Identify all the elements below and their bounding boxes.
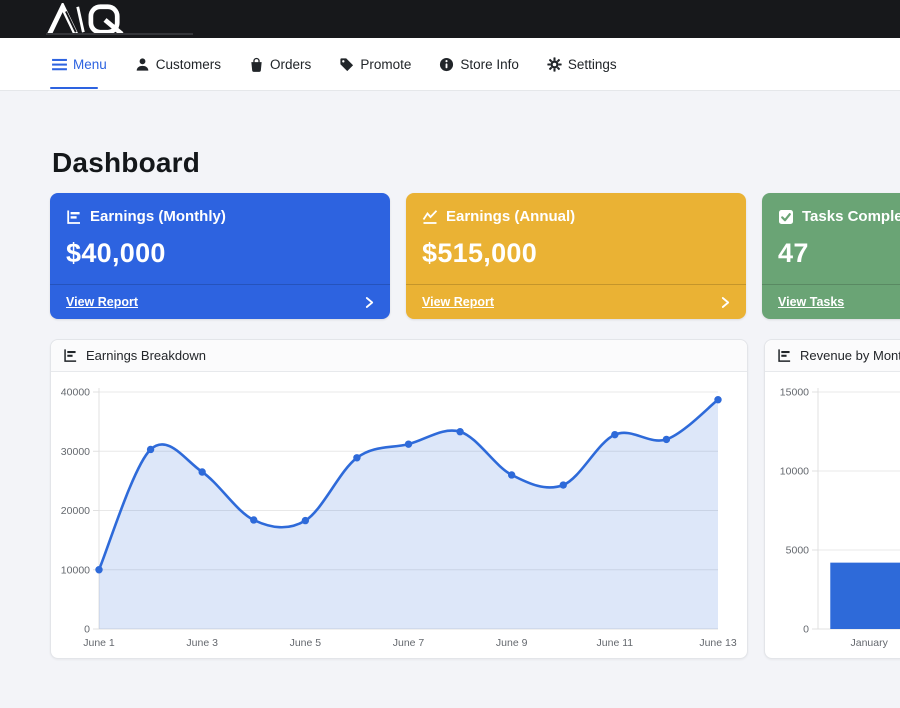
revenue-bar-chart: 0 5000 10000 15000 January <box>775 378 900 652</box>
svg-text:June 5: June 5 <box>290 637 322 649</box>
gear-icon <box>547 57 562 72</box>
page-title: Dashboard <box>52 147 900 179</box>
chart-title: Earnings Breakdown <box>86 348 206 363</box>
svg-text:June 13: June 13 <box>699 637 737 649</box>
card-value: $40,000 <box>66 238 374 269</box>
svg-text:15000: 15000 <box>780 387 809 399</box>
nav-bar: Menu Customers Orders Promote Store Info <box>0 38 900 91</box>
bar-chart-icon <box>66 209 82 225</box>
earnings-breakdown-card: Earnings Breakdown 0 10000 20000 30000 40000… <box>50 339 748 659</box>
nav-item-label: Promote <box>360 57 411 72</box>
bar-chart-icon <box>777 348 792 363</box>
bar-chart-icon <box>63 348 78 363</box>
card-title: Earnings (Annual) <box>446 208 575 225</box>
chart-body: 0 5000 10000 15000 January <box>765 372 900 652</box>
earnings-area-chart: 0 10000 20000 30000 40000 June 1 June 3 June 5 J… <box>61 378 737 652</box>
chart-title: Revenue by Month <box>800 348 900 363</box>
revenue-by-month-card: Revenue by Month 0 5000 10000 15000 January <box>764 339 900 659</box>
card-top: Earnings (Annual) $515,000 <box>406 193 746 269</box>
nav-item-label: Store Info <box>460 57 519 72</box>
card-earnings-annual: Earnings (Annual) $515,000 View Report <box>406 193 746 319</box>
nav-item-label: Menu <box>73 57 107 72</box>
card-top: Earnings (Monthly) $40,000 <box>50 193 390 269</box>
nav-item-menu[interactable]: Menu <box>52 38 107 90</box>
view-report-link[interactable]: View Report <box>50 284 390 319</box>
svg-text:0: 0 <box>84 624 90 636</box>
chevron-right-icon <box>365 296 374 309</box>
nav-item-store-info[interactable]: Store Info <box>439 38 519 90</box>
line-chart-icon <box>422 209 438 225</box>
nav-item-promote[interactable]: Promote <box>339 38 411 90</box>
nav-item-label: Customers <box>156 57 221 72</box>
active-tab-underline <box>50 87 98 89</box>
nav-item-label: Orders <box>270 57 311 72</box>
card-earnings-monthly: Earnings (Monthly) $40,000 View Report <box>50 193 390 319</box>
chart-card-header: Revenue by Month <box>765 340 900 372</box>
card-value: 47 <box>778 238 900 269</box>
nav-item-customers[interactable]: Customers <box>135 38 221 90</box>
view-tasks-link[interactable]: View Tasks <box>762 284 900 319</box>
svg-text:20000: 20000 <box>61 505 90 517</box>
hamburger-icon <box>52 58 67 71</box>
top-bar <box>0 0 900 38</box>
svg-text:5000: 5000 <box>786 545 810 557</box>
svg-text:40000: 40000 <box>61 387 90 399</box>
chart-body: 0 10000 20000 30000 40000 June 1 June 3 June 5 J… <box>51 372 747 652</box>
card-tasks-completed: Tasks Completed 47 View Tasks <box>762 193 900 319</box>
svg-text:June 1: June 1 <box>83 637 115 649</box>
check-square-icon <box>778 209 794 225</box>
card-title: Tasks Completed <box>802 208 900 225</box>
chevron-right-icon <box>721 296 730 309</box>
tag-icon <box>339 57 354 72</box>
svg-text:10000: 10000 <box>780 466 809 478</box>
svg-text:June 7: June 7 <box>393 637 425 649</box>
card-title: Earnings (Monthly) <box>90 208 226 225</box>
logo-underline <box>46 33 193 35</box>
card-value: $515,000 <box>422 238 730 269</box>
bag-icon <box>249 57 264 72</box>
svg-text:January: January <box>850 637 888 649</box>
svg-text:10000: 10000 <box>61 564 90 576</box>
card-top: Tasks Completed 47 <box>762 193 900 269</box>
charts-row: Earnings Breakdown 0 10000 20000 30000 40000… <box>50 339 900 659</box>
svg-text:0: 0 <box>803 624 809 636</box>
view-report-link[interactable]: View Report <box>406 284 746 319</box>
svg-text:June 3: June 3 <box>186 637 218 649</box>
svg-text:30000: 30000 <box>61 446 90 458</box>
brand-logo-icon <box>44 3 134 35</box>
chart-card-header: Earnings Breakdown <box>51 340 747 372</box>
info-icon <box>439 57 454 72</box>
nav-item-label: Settings <box>568 57 617 72</box>
svg-text:June 9: June 9 <box>496 637 528 649</box>
stat-cards-row: Earnings (Monthly) $40,000 View Report E… <box>50 193 900 319</box>
nav-item-orders[interactable]: Orders <box>249 38 311 90</box>
nav-item-settings[interactable]: Settings <box>547 38 617 90</box>
person-icon <box>135 57 150 72</box>
svg-text:June 11: June 11 <box>597 637 634 649</box>
